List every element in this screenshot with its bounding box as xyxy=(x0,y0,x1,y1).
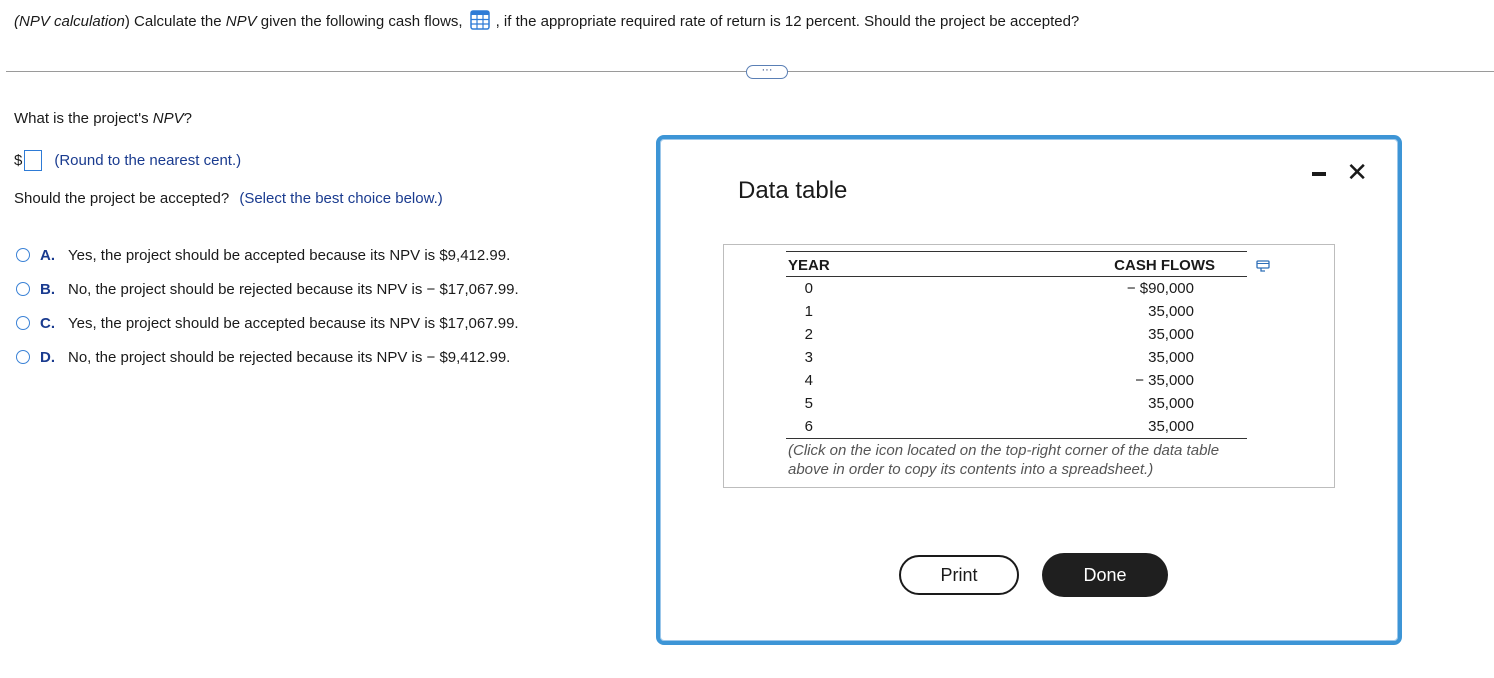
currency-symbol: $ xyxy=(14,151,23,169)
radio-button[interactable] xyxy=(16,282,30,296)
cash-flow-table: YEAR CASH FLOWS 0 − $90,000 1 35,000 2 3… xyxy=(786,251,1247,439)
choice-text: Yes, the project should be accepted beca… xyxy=(68,314,519,332)
choice-c[interactable]: C. Yes, the project should be accepted b… xyxy=(16,306,519,340)
accept-prompt-text: Should the project be accepted? xyxy=(14,190,230,207)
data-table-modal: Data table ✕ YEAR CASH FLOWS 0 − $90,000… xyxy=(656,135,1402,645)
npv-answer-input[interactable] xyxy=(24,149,43,171)
copy-instructions-note: (Click on the icon located on the top-ri… xyxy=(788,442,1220,478)
question-npv-term: NPV xyxy=(225,13,257,30)
choice-text: No, the project should be rejected becau… xyxy=(68,348,511,366)
question-topic: (NPV calculation xyxy=(14,13,125,30)
year-cell: 1 xyxy=(804,303,814,320)
year-header: YEAR xyxy=(786,251,832,277)
data-table-icon[interactable] xyxy=(469,10,490,30)
radio-button[interactable] xyxy=(16,316,30,330)
npv-prompt-end: ? xyxy=(183,110,192,127)
choice-letter: A. xyxy=(40,246,55,264)
question-text: (NPV calculation) Calculate the NPV give… xyxy=(14,10,1079,32)
table-row: 1 35,000 xyxy=(786,300,1247,323)
table-row: 4 − 35,000 xyxy=(786,369,1247,392)
cash-flow-cell: 35,000 xyxy=(1148,349,1194,366)
answer-choices: A. Yes, the project should be accepted b… xyxy=(16,238,519,374)
year-cell: 3 xyxy=(804,349,814,366)
cash-flow-cell: 35,000 xyxy=(1148,395,1194,412)
year-cell: 2 xyxy=(804,326,814,343)
cash-flows-header: CASH FLOWS xyxy=(831,251,1247,277)
table-row: 5 35,000 xyxy=(786,392,1247,415)
cash-flow-cell: 35,000 xyxy=(831,415,1247,439)
npv-answer-row: $ (Round to the nearest cent.) xyxy=(14,148,241,172)
rounding-hint: (Round to the nearest cent.) xyxy=(54,151,242,169)
close-icon[interactable]: ✕ xyxy=(1346,159,1368,185)
choice-text: Yes, the project should be accepted beca… xyxy=(68,246,511,264)
choice-text: No, the project should be rejected becau… xyxy=(68,280,519,298)
expand-more-button[interactable]: ··· xyxy=(746,65,788,79)
year-cell: 4 xyxy=(804,372,814,389)
choice-letter: D. xyxy=(40,348,55,366)
question-part-4: given the following cash flows, xyxy=(256,13,463,30)
year-cell: 5 xyxy=(804,395,814,412)
table-row: 6 35,000 xyxy=(786,415,1247,439)
table-row: 2 35,000 xyxy=(786,323,1247,346)
npv-prompt: What is the project's NPV? xyxy=(14,110,192,127)
year-cell: 6 xyxy=(786,415,832,439)
accept-prompt: Should the project be accepted? (Select … xyxy=(14,190,443,207)
accept-prompt-hint: (Select the best choice below.) xyxy=(239,190,443,207)
choice-b[interactable]: B. No, the project should be rejected be… xyxy=(16,272,519,306)
year-cell: 0 xyxy=(804,280,814,297)
choice-d[interactable]: D. No, the project should be rejected be… xyxy=(16,340,519,374)
choice-letter: B. xyxy=(40,280,55,298)
choice-letter: C. xyxy=(40,314,55,332)
data-table-container: YEAR CASH FLOWS 0 − $90,000 1 35,000 2 3… xyxy=(723,244,1335,488)
table-header-row: YEAR CASH FLOWS xyxy=(786,251,1247,277)
npv-prompt-text: What is the project's xyxy=(14,110,153,127)
table-row: 0 − $90,000 xyxy=(786,277,1247,301)
minimize-icon[interactable] xyxy=(1312,172,1326,176)
cash-flow-cell: − 35,000 xyxy=(1135,372,1194,389)
question-part-2: ) Calculate the xyxy=(124,13,226,30)
question-part-5: , if the appropriate required rate of re… xyxy=(495,13,1080,30)
done-button[interactable]: Done xyxy=(1042,553,1168,597)
table-row: 3 35,000 xyxy=(786,346,1247,369)
radio-button[interactable] xyxy=(16,248,30,262)
print-button[interactable]: Print xyxy=(899,555,1019,595)
modal-title: Data table xyxy=(738,177,848,204)
cash-flow-cell: − $90,000 xyxy=(1126,280,1194,297)
radio-button[interactable] xyxy=(16,350,30,364)
choice-a[interactable]: A. Yes, the project should be accepted b… xyxy=(16,238,519,272)
cash-flow-cell: 35,000 xyxy=(1148,326,1194,343)
copy-to-spreadsheet-icon[interactable] xyxy=(1256,259,1270,273)
npv-prompt-italic: NPV xyxy=(152,110,184,127)
cash-flow-cell: 35,000 xyxy=(1148,303,1194,320)
